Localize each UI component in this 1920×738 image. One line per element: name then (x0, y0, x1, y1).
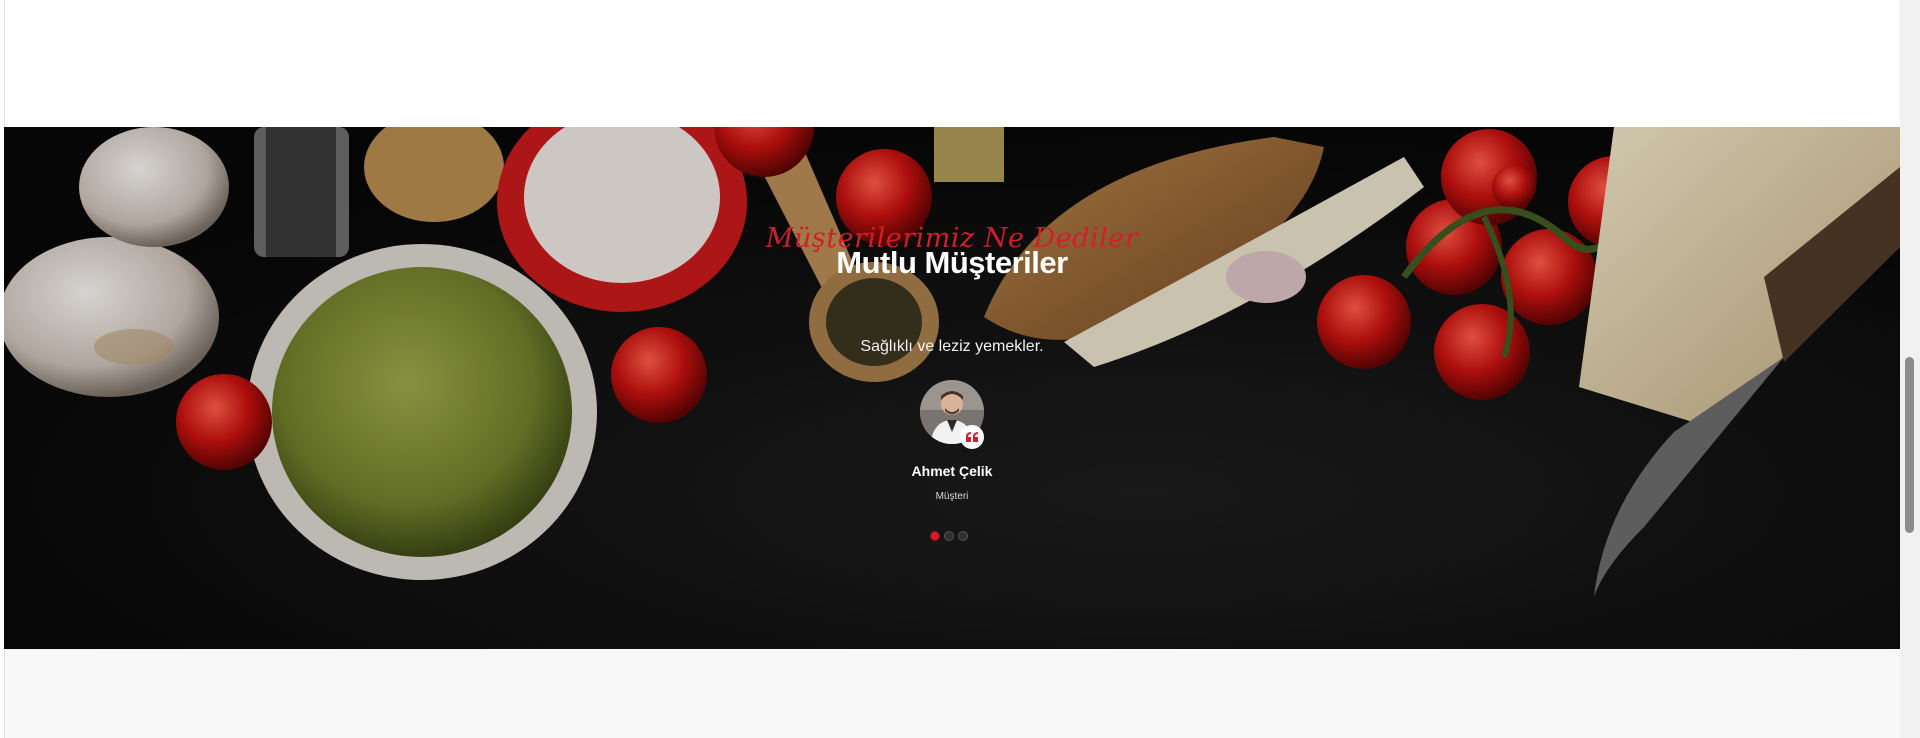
scrollbar-thumb[interactable] (1905, 357, 1914, 533)
testimonial-author-role: Müşteri (935, 491, 969, 502)
testimonial-quote: Sağlıklı ve leziz yemekler. (860, 338, 1044, 355)
slider-dot-1[interactable] (930, 531, 940, 541)
testimonial-content: Müşterilerimiz Ne Dediler Mutlu Müşteril… (4, 127, 1900, 649)
testimonial-author-name: Ahmet Çelik (911, 463, 993, 479)
slider-dot-2[interactable] (944, 531, 954, 541)
slider-dot-3[interactable] (958, 531, 968, 541)
quote-icon (960, 425, 984, 449)
next-section-background (5, 649, 1900, 738)
testimonials-section: Müşterilerimiz Ne Dediler Mutlu Müşteril… (4, 127, 1900, 649)
page-scrollbar[interactable] (1900, 0, 1920, 738)
slider-pagination (930, 529, 974, 543)
section-title: Mutlu Müşteriler (836, 245, 1068, 280)
